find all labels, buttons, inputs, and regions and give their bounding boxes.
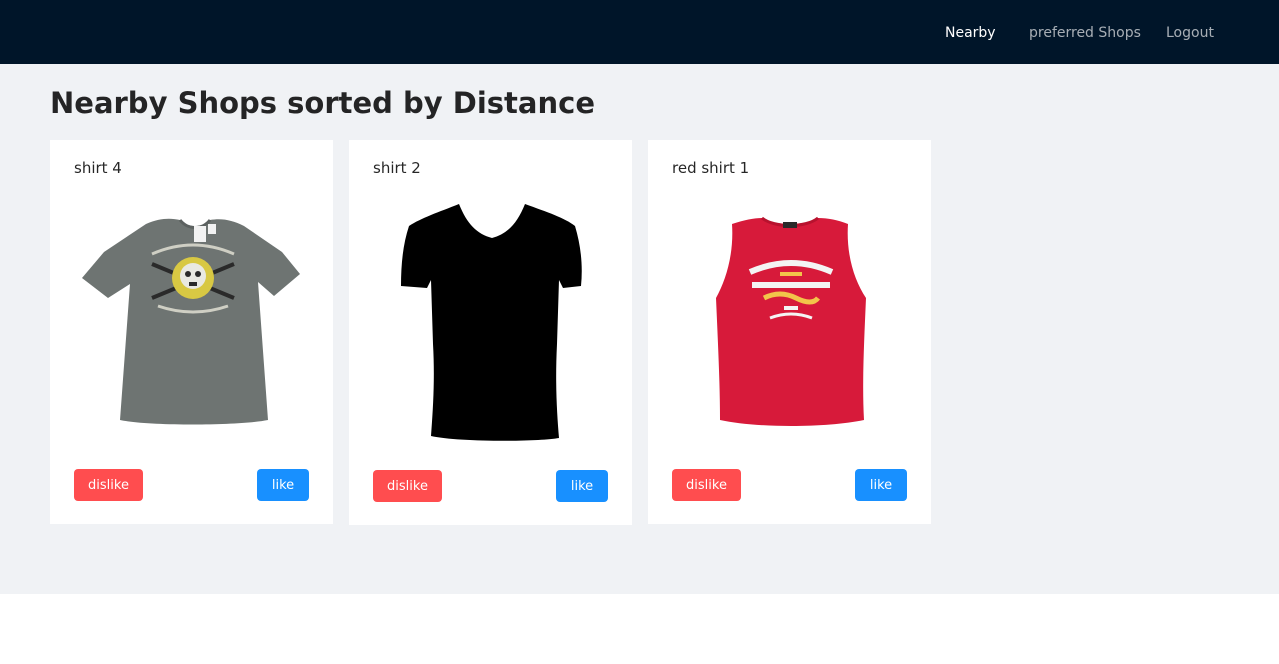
dislike-button[interactable]: dislike bbox=[373, 470, 442, 502]
like-button[interactable]: like bbox=[855, 469, 907, 501]
shop-card: shirt 2 dislike like bbox=[349, 140, 632, 525]
nav-item-logout[interactable]: Logout bbox=[1166, 0, 1214, 64]
like-button[interactable]: like bbox=[556, 470, 608, 502]
shop-name: shirt 2 bbox=[373, 159, 421, 177]
like-button[interactable]: like bbox=[257, 469, 309, 501]
dislike-button[interactable]: dislike bbox=[672, 469, 741, 501]
main-content: Nearby Shops sorted by Distance shirt 4 … bbox=[0, 64, 1279, 594]
page-title: Nearby Shops sorted by Distance bbox=[50, 86, 595, 120]
top-navbar: Nearby preferred Shops Logout bbox=[0, 0, 1279, 64]
black-tshirt-image bbox=[367, 194, 617, 446]
nav-item-nearby[interactable]: Nearby bbox=[945, 0, 996, 64]
shop-card: shirt 4 dislike like bbox=[50, 140, 333, 524]
grey-tshirt-image bbox=[68, 194, 318, 446]
shop-name: shirt 4 bbox=[74, 159, 122, 177]
shop-name: red shirt 1 bbox=[672, 159, 750, 177]
dislike-button[interactable]: dislike bbox=[74, 469, 143, 501]
nav-item-preferred-shops[interactable]: preferred Shops bbox=[1029, 0, 1141, 64]
red-tanktop-image bbox=[666, 194, 916, 446]
shop-card: red shirt 1 dislike like bbox=[648, 140, 931, 524]
